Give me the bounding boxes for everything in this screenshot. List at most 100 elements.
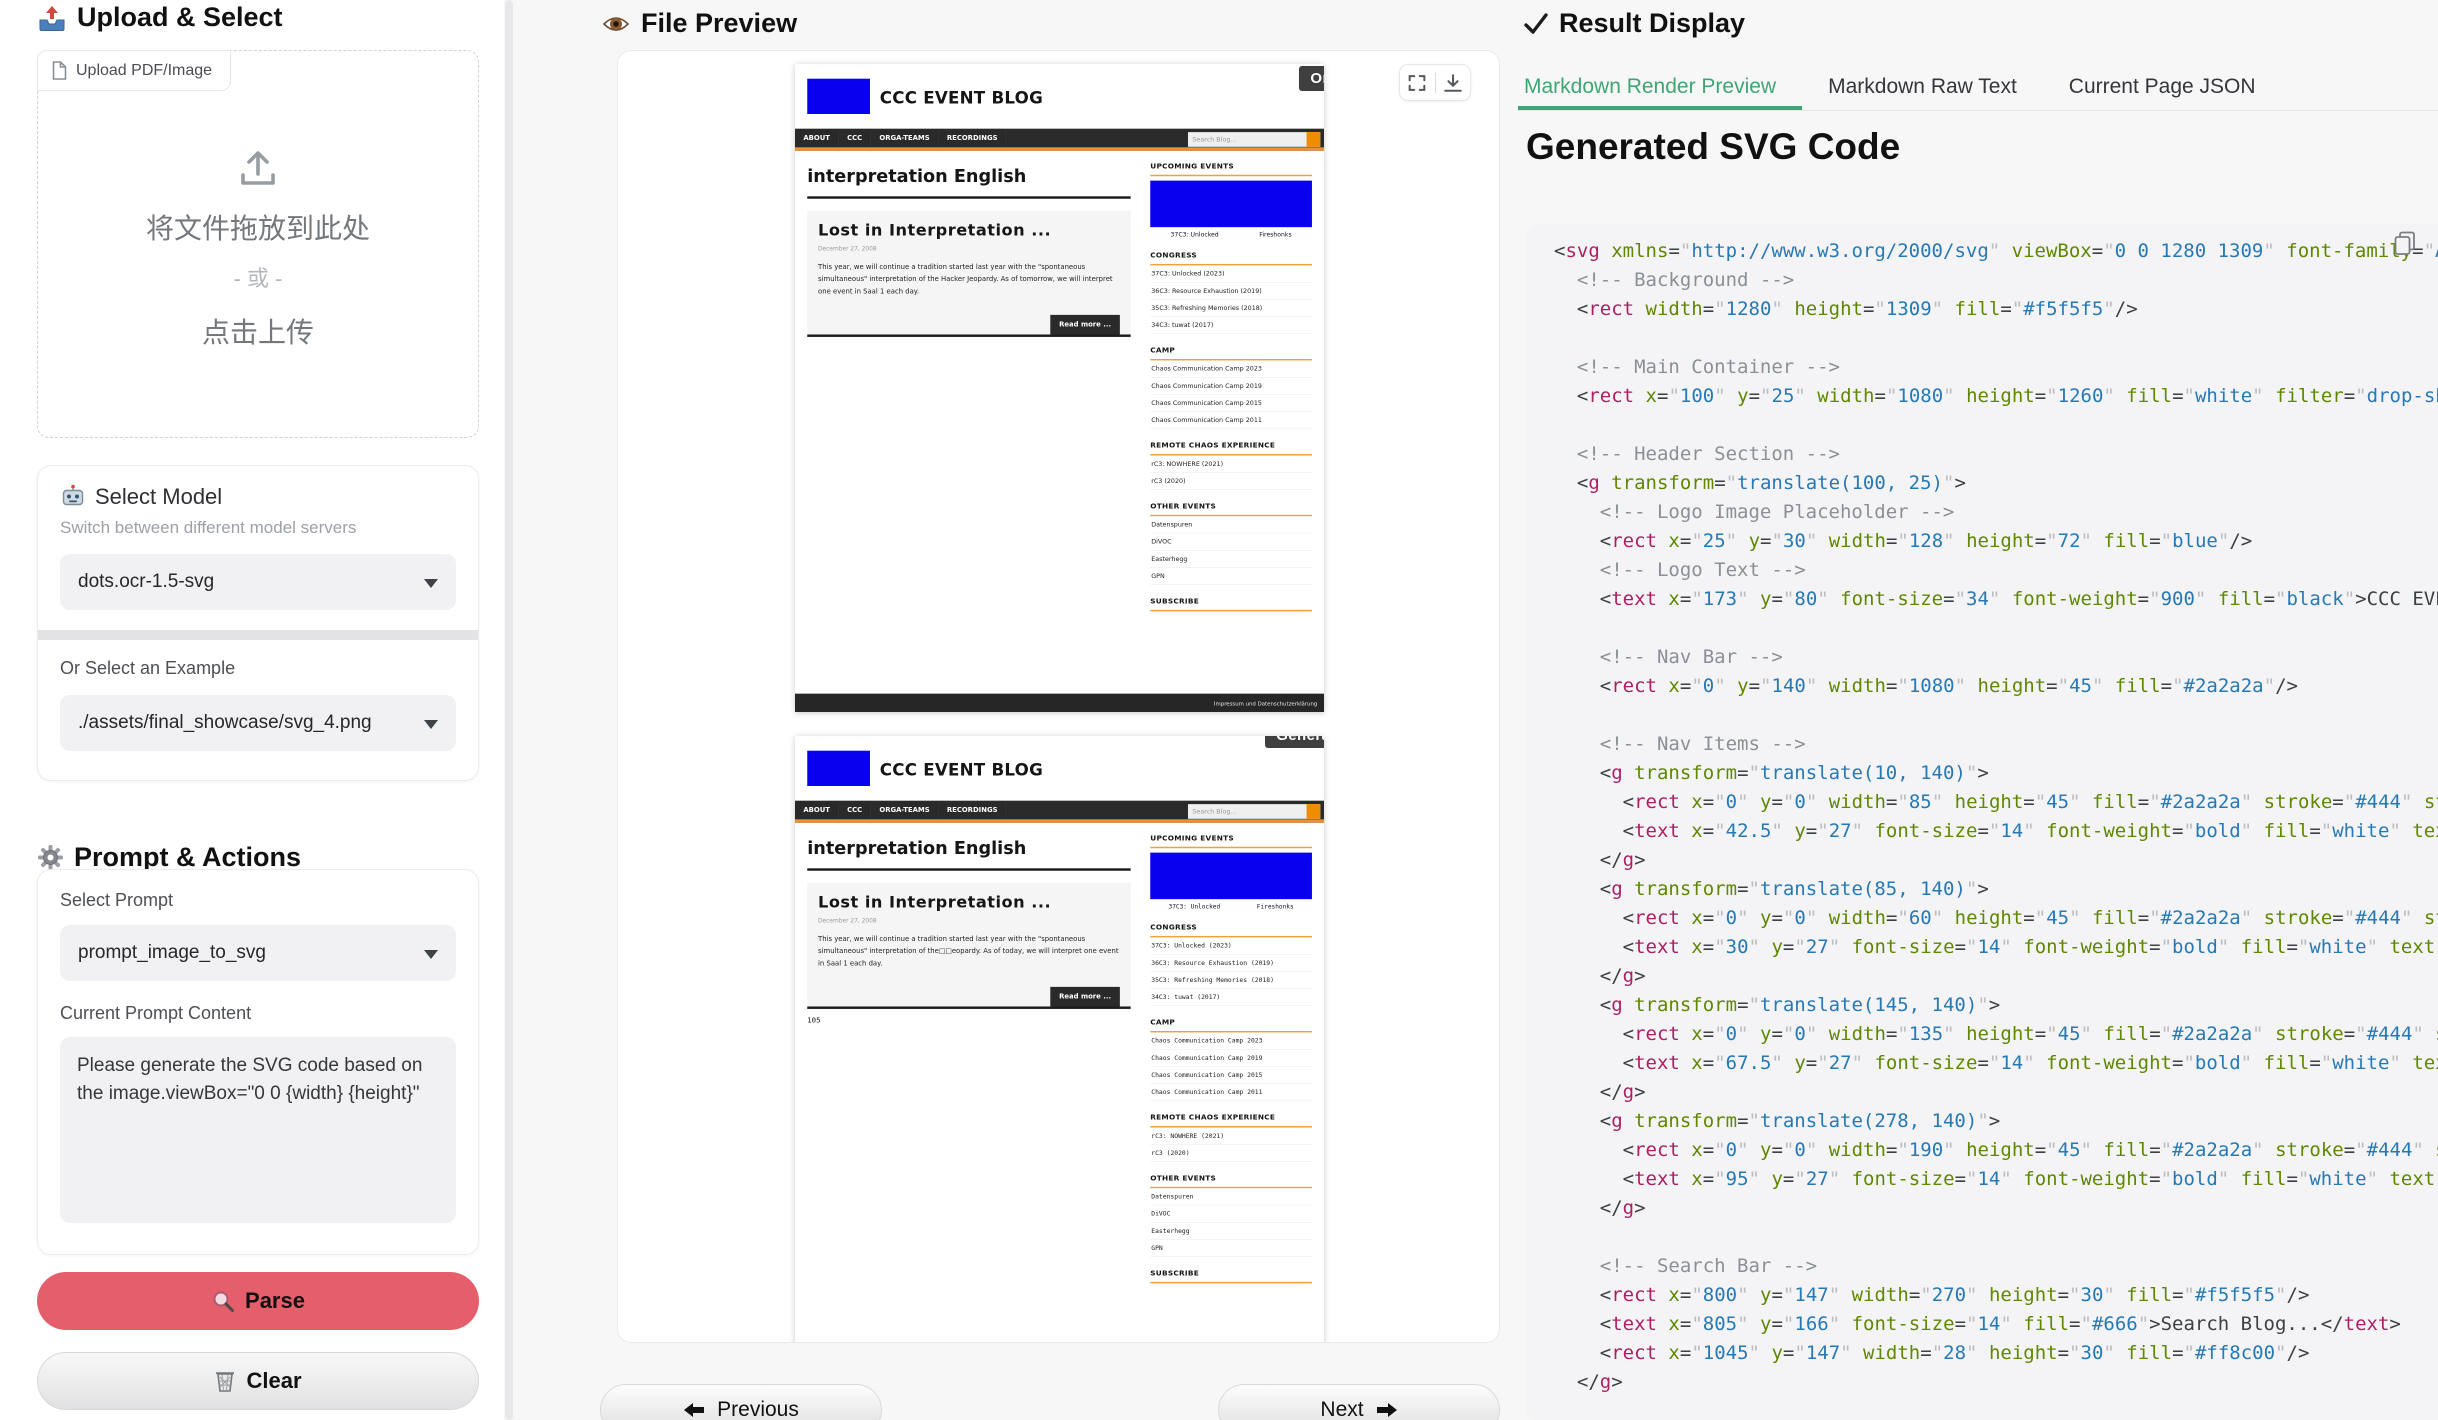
blog-sidebar-item: GPN <box>1150 568 1312 585</box>
parse-button-label: Parse <box>245 1288 305 1314</box>
prompt-card: Select Prompt prompt_image_to_svg Curren… <box>37 869 479 1255</box>
eye-icon <box>601 11 631 37</box>
upload-select-title: Upload & Select <box>77 2 283 33</box>
blog-divider <box>807 334 1130 336</box>
svg-code-block[interactable]: <svg xmlns="http://www.w3.org/2000/svg" … <box>1526 224 2438 1420</box>
previous-button[interactable]: Previous <box>600 1384 882 1420</box>
code-line: <!-- Header Section --> <box>1554 440 2438 469</box>
tab-markdown-raw-text[interactable]: Markdown Raw Text <box>1802 64 2043 110</box>
blog-article-body: This year, we will continue a tradition … <box>818 933 1120 970</box>
blog-image-caption: Fireshonks <box>1259 231 1291 238</box>
blog-nav-item: CCC <box>839 801 871 820</box>
blog-divider <box>807 196 1130 198</box>
code-line: <text x="95" y="27" font-size="14" font-… <box>1554 1165 2438 1194</box>
copy-icon[interactable] <box>2392 230 2418 256</box>
preview-scroll-area[interactable]: Origin CCC EVENT BLOG ABOUTCCCORGA-TEAMS… <box>618 51 1499 1342</box>
blog-logo <box>807 79 870 114</box>
blog-sidebar-item: rC3: NOWHERE (2021) <box>1150 1128 1312 1145</box>
blog-nav-item: ORGA-TEAMS <box>871 801 938 820</box>
blog-nav-item: RECORDINGS <box>939 129 1007 148</box>
dropzone-text-click[interactable]: 点击上传 <box>202 311 314 351</box>
blog-sidebar-item: rC3 (2020) <box>1150 1145 1312 1162</box>
preview-badge: Generated <box>1265 736 1324 748</box>
blog-site-title: CCC EVENT BLOG <box>880 89 1043 109</box>
trash-icon <box>214 1369 236 1393</box>
page: { "left_panel": { "upload_section_title"… <box>0 0 2438 1420</box>
blog-mock: CCC EVENT BLOG ABOUTCCCORGA-TEAMSRECORDI… <box>795 64 1324 712</box>
code-line: <svg xmlns="http://www.w3.org/2000/svg" … <box>1554 237 2438 266</box>
blog-sidebar-section: REMOTE CHAOS EXPERIENCErC3: NOWHERE (202… <box>1150 441 1312 490</box>
blog-sidebar-item: Easterhegg <box>1150 551 1312 568</box>
blog-search-button <box>1307 132 1321 147</box>
code-line: <text x="42.5" y="27" font-size="14" fon… <box>1554 817 2438 846</box>
fullscreen-icon[interactable] <box>1406 72 1428 94</box>
code-line: <!-- Logo Text --> <box>1554 556 2438 585</box>
preview-image[interactable]: Generated CCC EVENT BLOG ABOUTCCCORGA-TE… <box>795 736 1324 1343</box>
next-button[interactable]: Next <box>1218 1384 1500 1420</box>
blog-page-heading: interpretation English <box>807 166 1130 186</box>
blog-sidebar-heading: REMOTE CHAOS EXPERIENCE <box>1150 1113 1312 1128</box>
blog-sidebar-item: Chaos Communication Camp 2011 <box>1150 412 1312 429</box>
clear-button[interactable]: Clear <box>37 1352 479 1410</box>
code-line: <!-- Main Container --> <box>1554 353 2438 382</box>
prompt-select[interactable]: prompt_image_to_svg <box>60 925 456 981</box>
clear-button-label: Clear <box>246 1368 301 1394</box>
blog-article-title: Lost in Interpretation ... <box>818 220 1120 239</box>
code-line: <g transform="translate(10, 140)"> <box>1554 759 2438 788</box>
model-select[interactable]: dots.ocr-1.5-svg <box>60 554 456 610</box>
blog-sidebar-section: CONGRESS37C3: Unlocked (2023)36C3: Resou… <box>1150 251 1312 334</box>
blog-sidebar-image <box>1150 853 1312 900</box>
upload-pdf-image-tab[interactable]: Upload PDF/Image <box>37 50 231 91</box>
tab-current-page-json[interactable]: Current Page JSON <box>2043 64 2282 110</box>
code-line: <rect x="0" y="0" width="85" height="45"… <box>1554 788 2438 817</box>
blog-sidebar-section: SUBSCRIBE <box>1150 1269 1312 1284</box>
blog-sidebar-section: OTHER EVENTSDatenspurenDiVOCEasterheggGP… <box>1150 1174 1312 1257</box>
blog-sidebar-item: rC3 (2020) <box>1150 473 1312 490</box>
arrow-right-icon <box>1376 1401 1398 1419</box>
code-line: <rect x="0" y="0" width="60" height="45"… <box>1554 904 2438 933</box>
blog-search: Search Blog... <box>1188 132 1320 147</box>
blog-sidebar-item: Chaos Communication Camp 2023 <box>1150 360 1312 377</box>
blog-article-date: December 27, 2008 <box>818 917 1120 924</box>
dropzone-text-or: - 或 - <box>234 261 283 293</box>
blog-sidebar-heading: CONGRESS <box>1150 923 1312 938</box>
code-line: <text x="67.5" y="27" font-size="14" fon… <box>1554 1049 2438 1078</box>
blog-sidebar-item: Datenspuren <box>1150 1188 1312 1205</box>
select-model-title: Select Model <box>95 484 222 510</box>
blog-search-button <box>1307 804 1321 819</box>
upload-dropzone[interactable]: Upload PDF/Image 将文件拖放到此处 - 或 - 点击上传 <box>37 50 479 438</box>
file-icon <box>52 61 67 80</box>
blog-sidebar-image <box>1150 181 1312 228</box>
code-line: <rect x="0" y="0" width="190" height="45… <box>1554 1136 2438 1165</box>
blog-sidebar-item: Chaos Communication Camp 2019 <box>1150 1050 1312 1067</box>
code-line: </g> <box>1554 1078 2438 1107</box>
code-line <box>1554 614 2438 643</box>
robot-icon <box>60 484 86 510</box>
upload-select-header: Upload & Select <box>37 2 283 33</box>
preview-image[interactable]: Origin CCC EVENT BLOG ABOUTCCCORGA-TEAMS… <box>795 64 1324 712</box>
blog-sidebar-section: SUBSCRIBE <box>1150 597 1312 612</box>
blog-sidebar-item: Datenspuren <box>1150 516 1312 533</box>
code-line <box>1554 324 2438 353</box>
blog-page-heading: interpretation English <box>807 838 1130 858</box>
code-line: <g transform="translate(100, 25)"> <box>1554 469 2438 498</box>
blog-sidebar-section: CAMPChaos Communication Camp 2023Chaos C… <box>1150 346 1312 429</box>
blog-nav-item: CCC <box>839 129 871 148</box>
blog-sidebar-item: 35C3: Refreshing Memories (2018) <box>1150 300 1312 317</box>
blog-sidebar-item: 35C3: Refreshing Memories (2018) <box>1150 972 1312 989</box>
tab-markdown-render-preview[interactable]: Markdown Render Preview <box>1518 64 1802 110</box>
blog-article: Lost in Interpretation ... December 27, … <box>807 883 1130 1007</box>
download-icon[interactable] <box>1442 72 1464 94</box>
blog-sidebar-item: DiVOC <box>1150 1205 1312 1222</box>
arrow-left-icon <box>683 1401 705 1419</box>
example-select[interactable]: ./assets/final_showcase/svg_4.png <box>60 695 456 751</box>
left-panel-scrollbar[interactable] <box>505 0 513 1420</box>
code-line: <rect x="0" y="140" width="1080" height=… <box>1554 672 2438 701</box>
blog-sidebar-heading: CAMP <box>1150 346 1312 361</box>
parse-button[interactable]: Parse <box>37 1272 479 1330</box>
blog-sidebar-item: Chaos Communication Camp 2019 <box>1150 378 1312 395</box>
code-line: <!-- Background --> <box>1554 266 2438 295</box>
blog-sidebar-item: 37C3: Unlocked (2023) <box>1150 937 1312 954</box>
prompt-content-textarea[interactable]: Please generate the SVG code based on th… <box>60 1037 456 1223</box>
blog-sidebar-item: Chaos Communication Camp 2011 <box>1150 1084 1312 1101</box>
